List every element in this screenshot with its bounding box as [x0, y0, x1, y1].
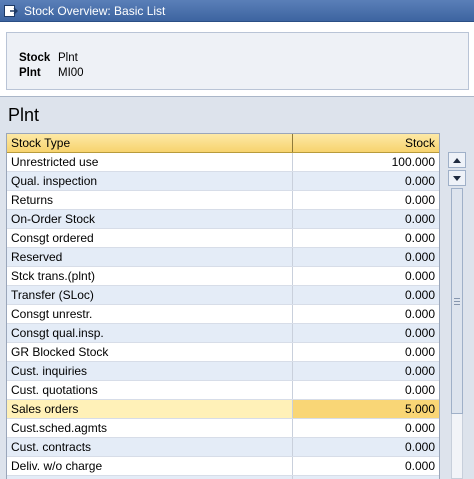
- column-header-stock[interactable]: Stock: [293, 134, 439, 152]
- table-row[interactable]: On-Order Stock 0.000: [7, 210, 439, 229]
- cell-stock[interactable]: 0.000: [293, 457, 439, 475]
- cell-stock-type[interactable]: Cust. contracts: [7, 438, 293, 456]
- scrollbar-thumb[interactable]: [451, 188, 463, 414]
- cell-stock-type[interactable]: Stck trans.(plnt): [7, 267, 293, 285]
- cell-stock[interactable]: 0.000: [293, 172, 439, 190]
- header-value: Plnt: [58, 52, 78, 64]
- table-row[interactable]: Consgt ordered 0.000: [7, 229, 439, 248]
- cell-stock-type[interactable]: Deliv. w/o charge: [7, 457, 293, 475]
- cell-stock[interactable]: 0.000: [293, 438, 439, 456]
- table-row[interactable]: Unrestricted use 100.000: [7, 153, 439, 172]
- table-row[interactable]: Reserved 0.000: [7, 248, 439, 267]
- vertical-scrollbar[interactable]: [446, 152, 468, 479]
- table-row[interactable]: Consgt unrestr. 0.000: [7, 305, 439, 324]
- cell-stock[interactable]: 0.000: [293, 286, 439, 304]
- cell-stock[interactable]: 0.000: [293, 191, 439, 209]
- header-area: Stock Plnt Plnt MI00: [0, 22, 474, 116]
- cell-stock-type[interactable]: GR Blocked Stock: [7, 343, 293, 361]
- table-row[interactable]: Cust. contracts 0.000: [7, 438, 439, 457]
- cell-stock[interactable]: 0.000: [293, 419, 439, 437]
- cell-stock-type[interactable]: Qual. inspection: [7, 172, 293, 190]
- cell-stock[interactable]: 0.000: [293, 305, 439, 323]
- cell-stock[interactable]: 0.000: [293, 362, 439, 380]
- table-header: Stock Type Stock: [7, 134, 439, 153]
- column-header-stock-type[interactable]: Stock Type: [7, 134, 293, 152]
- main-panel: Plnt Stock Type Stock Unrestricted use 10…: [0, 96, 474, 479]
- cell-stock-type[interactable]: Consgt ordered: [7, 229, 293, 247]
- cell-stock[interactable]: 0.000: [293, 343, 439, 361]
- cell-stock-type[interactable]: Sales orders: [7, 400, 293, 418]
- table-row[interactable]: Deliv. w/o charge 0.000: [7, 457, 439, 476]
- cell-stock-type[interactable]: Returns: [7, 191, 293, 209]
- cell-stock-type[interactable]: Reserved: [7, 248, 293, 266]
- header-label: Plnt: [19, 67, 41, 79]
- table-row[interactable]: Cust. inquiries 0.000: [7, 362, 439, 381]
- cell-stock[interactable]: 0.000: [293, 210, 439, 228]
- title-bar: Stock Overview: Basic List: [0, 0, 474, 22]
- table-row[interactable]: Cust.sched.agmts 0.000: [7, 419, 439, 438]
- table-row[interactable]: Transfer (SLoc) 0.000: [7, 286, 439, 305]
- table-row[interactable]: Sales orders 5.000: [7, 400, 439, 419]
- table-row[interactable]: Returns 0.000: [7, 191, 439, 210]
- cell-stock-type[interactable]: Unrestricted use: [7, 153, 293, 171]
- cell-stock[interactable]: 0.000: [293, 324, 439, 342]
- table-body: Unrestricted use 100.000 Qual. inspection 0…: [7, 153, 439, 479]
- cell-stock-type[interactable]: Cust.sched.agmts: [7, 419, 293, 437]
- cell-stock[interactable]: 100.000: [293, 153, 439, 171]
- header-row-stock: Stock Plnt: [19, 52, 78, 64]
- cell-stock-type[interactable]: Consgt unrestr.: [7, 305, 293, 323]
- cell-stock-type[interactable]: Consgt qual.insp.: [7, 324, 293, 342]
- table-row[interactable]: Stck trans.(plnt) 0.000: [7, 267, 439, 286]
- cell-stock-type[interactable]: Cust. inquiries: [7, 362, 293, 380]
- cell-stock-type[interactable]: On-Order Stock: [7, 210, 293, 228]
- table-row[interactable]: GR Blocked Stock 0.000: [7, 343, 439, 362]
- cell-stock-type[interactable]: Cust. quotations: [7, 381, 293, 399]
- cell-stock-type[interactable]: Transfer (SLoc): [7, 286, 293, 304]
- cell-stock[interactable]: 0.000: [293, 381, 439, 399]
- cell-stock[interactable]: 0.000: [293, 229, 439, 247]
- table-row[interactable]: Consgt qual.insp. 0.000: [7, 324, 439, 343]
- table-row[interactable]: Qual. inspection 0.000: [7, 172, 439, 191]
- cell-stock[interactable]: 5.000: [293, 400, 439, 418]
- window-icon[interactable]: [4, 4, 18, 17]
- grip-icon: [454, 298, 460, 305]
- header-row-plnt: Plnt MI00: [19, 67, 84, 79]
- section-title: Plnt: [8, 105, 40, 125]
- header-panel: Stock Plnt Plnt MI00: [6, 32, 469, 90]
- arrow-down-icon[interactable]: [448, 170, 466, 186]
- header-value: MI00: [58, 67, 84, 79]
- header-label: Stock: [19, 52, 51, 64]
- cell-stock[interactable]: 0.000: [293, 267, 439, 285]
- table-row[interactable]: Cust. quotations 0.000: [7, 381, 439, 400]
- cell-stock[interactable]: 0.000: [293, 248, 439, 266]
- stock-table: Stock Type Stock Unrestricted use 100.000…: [6, 133, 440, 479]
- window-title: Stock Overview: Basic List: [24, 3, 166, 18]
- arrow-up-icon[interactable]: [448, 152, 466, 168]
